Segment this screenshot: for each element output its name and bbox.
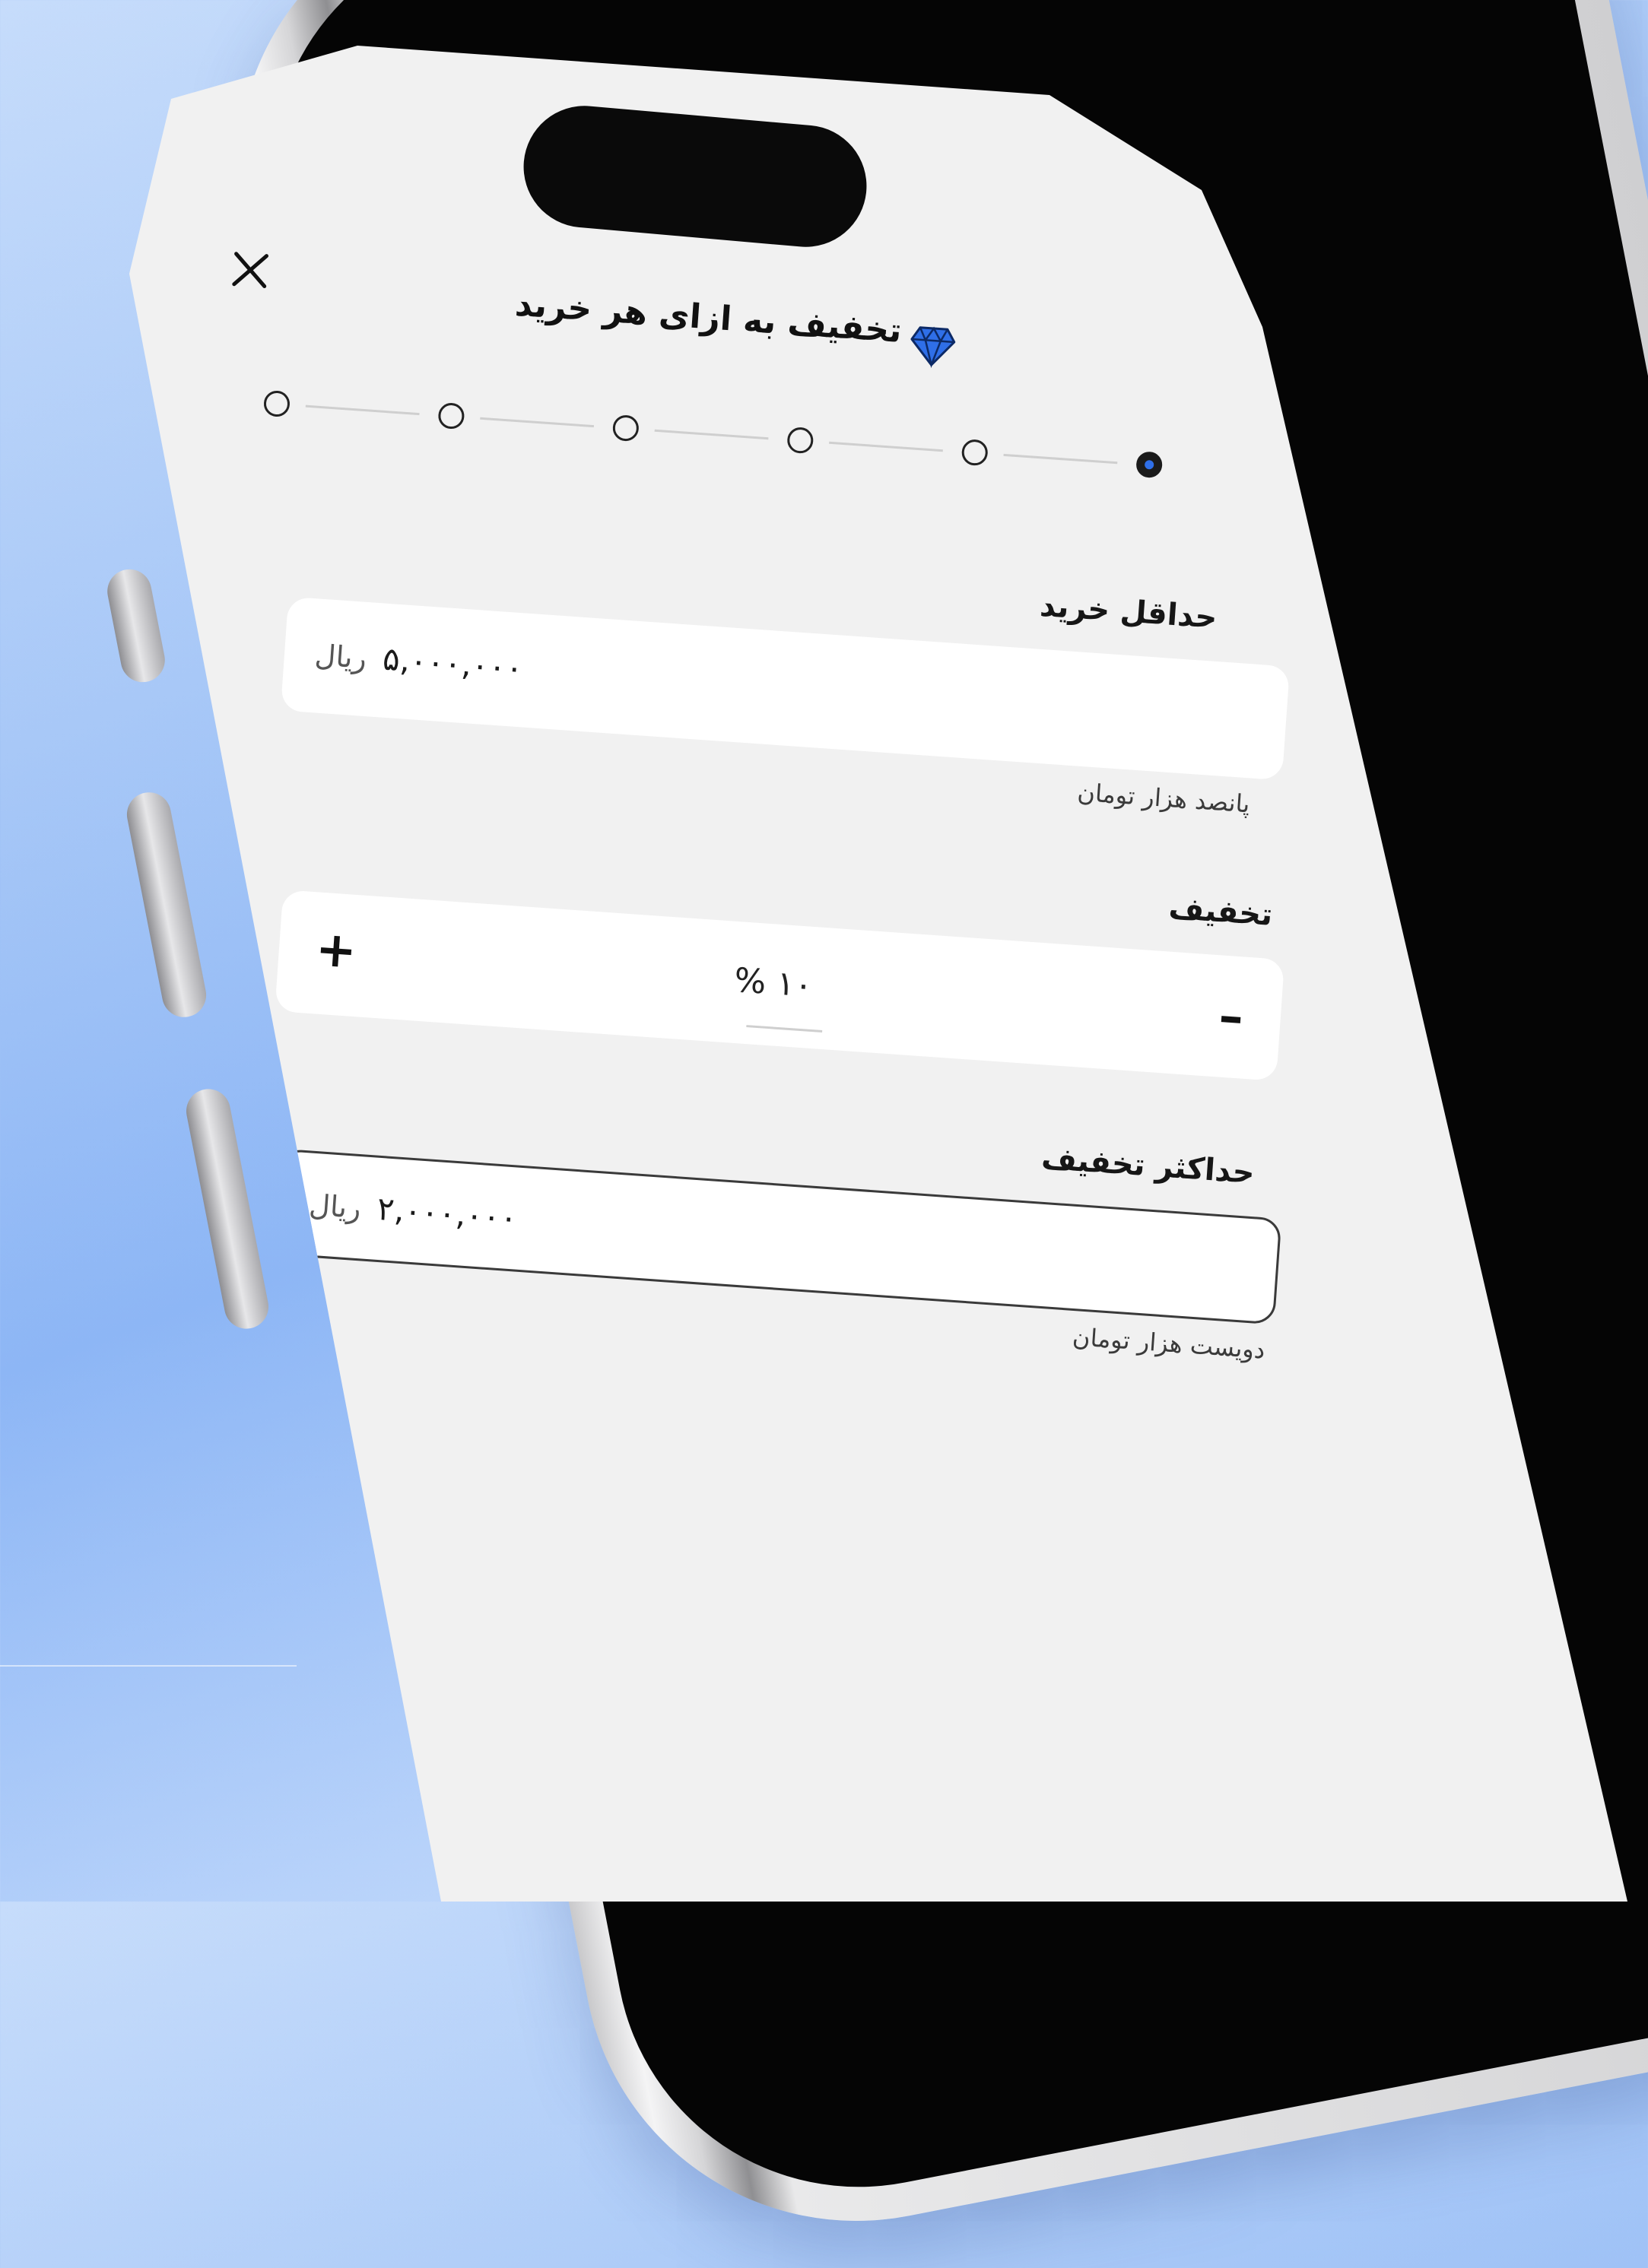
step-dot [611, 414, 640, 442]
max-discount-value: ۲,۰۰۰,۰۰۰ ریال [308, 1185, 519, 1237]
discount-unit: % [732, 960, 768, 1002]
page-title: تخفیف به ازای هر خرید [513, 284, 903, 351]
min-purchase-currency: ریال [313, 638, 368, 675]
max-discount-currency: ریال [308, 1188, 363, 1226]
step-dot [786, 426, 814, 455]
volume-up-button [122, 788, 211, 1021]
min-purchase-label: حداقل خرید [1038, 588, 1218, 636]
discount-label: تخفیف [1167, 890, 1274, 933]
decrease-button[interactable]: – [1202, 988, 1259, 1045]
min-purchase-amount: ۵,۰۰۰,۰۰۰ [381, 639, 525, 687]
action-button [103, 565, 169, 687]
step-connector [480, 417, 595, 428]
step-dot [437, 401, 465, 430]
step-connector [305, 404, 420, 416]
close-icon[interactable] [226, 246, 275, 294]
value-underline [746, 1025, 823, 1033]
step-connector [829, 441, 943, 452]
max-discount-amount: ۲,۰۰۰,۰۰۰ [376, 1189, 519, 1237]
step-dot [961, 439, 989, 467]
discount-number: ۱۰ [775, 963, 814, 1005]
step-dot-active [1135, 451, 1164, 479]
discount-value: ۱۰ % [733, 961, 814, 1005]
diamond-icon [910, 326, 956, 369]
volume-down-button [183, 1085, 272, 1333]
step-connector [654, 429, 769, 440]
min-purchase-value: ۵,۰۰۰,۰۰۰ ریال [313, 635, 525, 687]
progress-stepper [262, 385, 1251, 493]
increase-button[interactable]: + [308, 921, 365, 980]
step-dot [262, 389, 291, 418]
background-line [0, 1665, 297, 1667]
max-discount-label: حداکثر تخفیف [1040, 1140, 1256, 1191]
step-connector [1003, 453, 1118, 465]
